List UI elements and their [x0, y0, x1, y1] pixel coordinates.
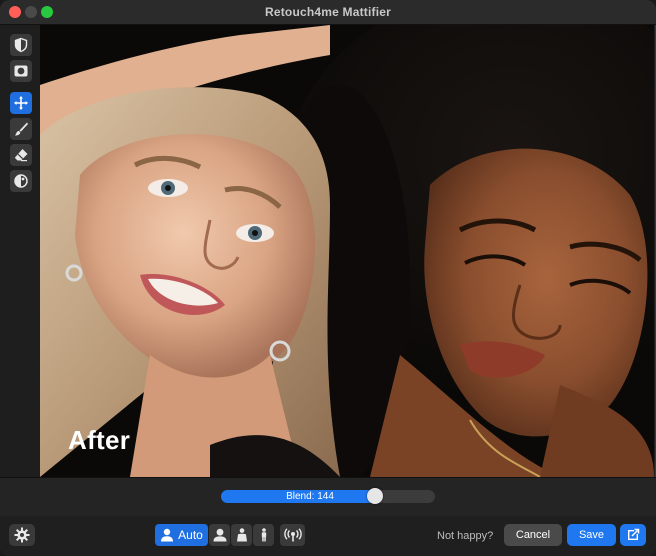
title-bar: Retouch4me Mattifier [0, 0, 656, 25]
mode-full-body-button[interactable] [253, 524, 274, 546]
export-icon [628, 528, 640, 540]
move-tool-button[interactable] [10, 92, 32, 114]
save-button[interactable]: Save [567, 524, 616, 546]
half-body-icon [236, 528, 247, 542]
gear-icon [14, 527, 30, 543]
mask-tool-button[interactable] [10, 60, 32, 82]
person-auto-icon [161, 528, 174, 542]
shield-icon [14, 37, 28, 53]
mode-face-button[interactable] [209, 524, 230, 546]
move-icon [14, 96, 28, 110]
eraser-icon [14, 149, 28, 162]
brush-icon [15, 122, 28, 136]
blend-slider-track[interactable]: Blend: 144 [221, 490, 435, 503]
mode-auto-label: Auto [178, 528, 203, 542]
blend-slider-thumb[interactable] [367, 488, 384, 504]
broadcast-button[interactable] [280, 524, 305, 546]
mode-half-body-button[interactable] [231, 524, 252, 546]
bottom-bar: Auto Not happy? Cancel Save [0, 516, 656, 556]
tool-sidebar [0, 25, 41, 477]
shield-tool-button[interactable] [10, 34, 32, 56]
face-icon [213, 528, 226, 542]
after-label: After [68, 425, 131, 455]
brush-tool-button[interactable] [10, 118, 32, 140]
mask-icon [14, 65, 28, 77]
app-window: Retouch4me Mattifier After Blend: 144 Au… [0, 0, 656, 556]
export-button[interactable] [620, 524, 646, 546]
broadcast-icon [283, 528, 302, 542]
blend-bar: Blend: 144 [0, 477, 656, 517]
settings-button[interactable] [9, 524, 35, 546]
not-happy-text: Not happy? [437, 530, 494, 542]
window-title: Retouch4me Mattifier [264, 5, 392, 19]
full-body-icon [261, 528, 266, 542]
eraser-tool-button[interactable] [10, 144, 32, 166]
contrast-icon [14, 174, 28, 188]
cancel-button[interactable]: Cancel [504, 524, 562, 546]
photo-preview[interactable]: After [40, 25, 654, 477]
portrait-image [40, 25, 654, 477]
mode-auto-button[interactable]: Auto [155, 524, 208, 546]
contrast-tool-button[interactable] [10, 170, 32, 192]
